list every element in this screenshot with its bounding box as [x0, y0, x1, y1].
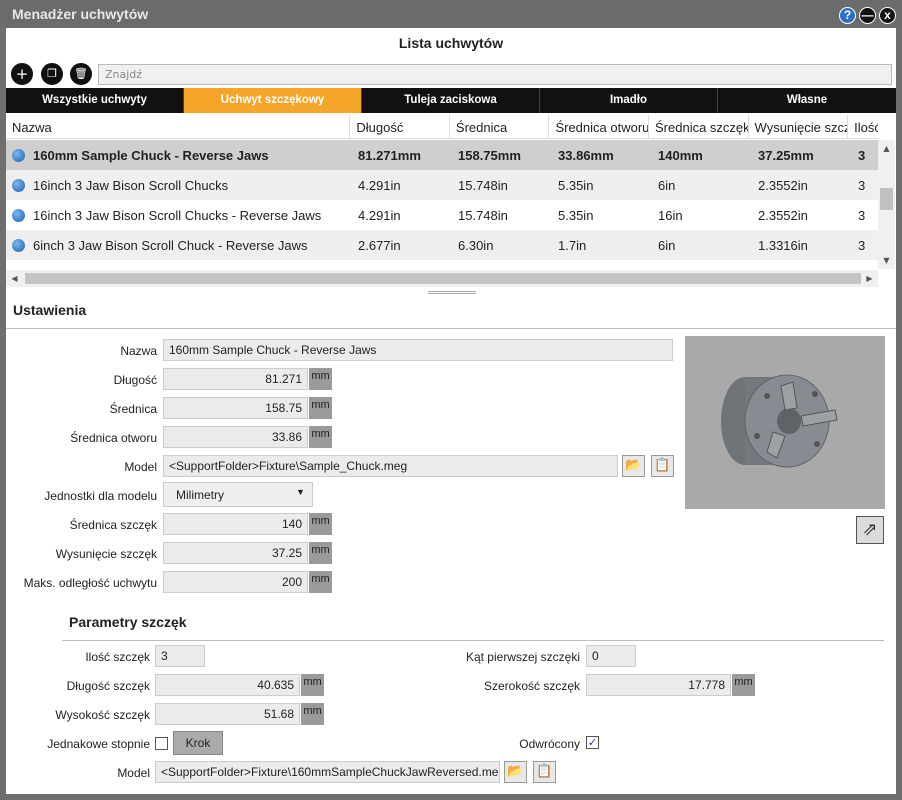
unit-badge[interactable]: mm: [309, 513, 332, 535]
jaw-count-field[interactable]: 3: [155, 645, 205, 667]
model-label: Model: [124, 460, 157, 474]
jaw-height-label: Wysokość szczęk: [55, 708, 150, 722]
bore-field[interactable]: 33.86: [163, 426, 308, 448]
scroll-right-icon[interactable]: ▶: [861, 270, 878, 287]
help-icon[interactable]: ?: [839, 7, 856, 24]
column-header[interactable]: Długość: [350, 115, 450, 138]
tab-bar: Wszystkie uchwyty Uchwyt szczękowy Tulej…: [6, 88, 896, 113]
jaw-diameter-label: Średnica szczęk: [69, 518, 157, 532]
chuck-3d-image: [721, 374, 838, 468]
chuck-icon: [12, 238, 25, 252]
chuck-icon: [12, 178, 25, 192]
clipboard-icon[interactable]: 📋: [651, 455, 674, 477]
list-title: Lista uchwytów: [398, 35, 504, 51]
chuck-preview: [685, 336, 885, 509]
settings-title: Ustawienia: [13, 302, 87, 318]
tab-all[interactable]: Wszystkie uchwyty: [6, 88, 184, 113]
equal-steps-label: Jednakowe stopnie: [47, 737, 150, 751]
jaw-extension-field[interactable]: 37.25: [163, 542, 308, 564]
minimize-icon[interactable]: —: [859, 7, 876, 24]
jaw-width-label: Szerokość szczęk: [483, 679, 580, 693]
length-label: Długość: [113, 373, 157, 387]
scroll-left-icon[interactable]: ◀: [6, 270, 23, 287]
tab-custom[interactable]: Własne: [718, 88, 896, 113]
column-header[interactable]: Ilość: [848, 115, 878, 138]
diameter-label: Średnica: [109, 402, 157, 416]
unit-badge[interactable]: mm: [309, 542, 332, 564]
scroll-thumb[interactable]: [880, 188, 893, 210]
diameter-field[interactable]: 158.75: [163, 397, 308, 419]
chuck-icon: [12, 148, 25, 162]
tab-vise[interactable]: Imadło: [540, 88, 718, 113]
column-header[interactable]: Średnica: [450, 115, 550, 138]
length-field[interactable]: 81.271: [163, 368, 308, 390]
copy-icon[interactable]: ❐: [41, 63, 63, 85]
tab-collet[interactable]: Tuleja zaciskowa: [362, 88, 540, 113]
jaw-model-path-field[interactable]: <SupportFolder>Fixture\160mmSampleChuckJ…: [155, 761, 500, 783]
table-row[interactable]: 6inch 3 Jaw Bison Scroll Chuck - Reverse…: [6, 230, 878, 260]
column-header[interactable]: Średnica szczęk: [649, 115, 749, 138]
equal-steps-checkbox[interactable]: [155, 737, 168, 750]
jaw-length-label: Długość szczęk: [66, 679, 150, 693]
unit-badge[interactable]: mm: [301, 674, 324, 696]
max-grip-field[interactable]: 200: [163, 571, 308, 593]
units-label: Jednostki dla modelu: [44, 489, 157, 503]
scroll-up-icon[interactable]: ▲: [878, 140, 895, 157]
delete-icon[interactable]: 🗑: [70, 63, 92, 85]
column-header[interactable]: Nazwa: [6, 115, 351, 138]
first-jaw-angle-field[interactable]: 0: [586, 645, 636, 667]
reversed-label: Odwrócony: [519, 737, 580, 751]
search-input[interactable]: Znajdź: [98, 64, 892, 85]
table-header: Nazwa Długość Średnica Średnica otworu Ś…: [6, 115, 878, 139]
step-button[interactable]: Krok: [173, 731, 223, 755]
column-header[interactable]: Średnica otworu: [549, 115, 649, 138]
unit-badge[interactable]: mm: [309, 368, 332, 390]
divider: [6, 328, 896, 329]
max-grip-label: Maks. odległość uchwytu: [23, 576, 157, 590]
table-row[interactable]: 160mm Sample Chuck - Reverse Jaws 81.271…: [6, 140, 878, 170]
tab-jaw-chuck[interactable]: Uchwyt szczękowy: [184, 88, 362, 113]
table-row[interactable]: 16inch 3 Jaw Bison Scroll Chucks 4.291in…: [6, 170, 878, 200]
vertical-scrollbar[interactable]: ▲ ▼: [878, 140, 895, 269]
divider: [62, 640, 884, 641]
jaw-length-field[interactable]: 40.635: [155, 674, 300, 696]
unit-badge[interactable]: mm: [732, 674, 755, 696]
jaw-count-label: Ilość szczęk: [85, 650, 150, 664]
scroll-down-icon[interactable]: ▼: [878, 252, 895, 269]
bore-label: Średnica otworu: [70, 431, 157, 445]
unit-badge[interactable]: mm: [309, 397, 332, 419]
column-header[interactable]: Wysunięcie szczęk: [749, 115, 849, 138]
jaws-title: Parametry szczęk: [69, 614, 187, 630]
name-label: Nazwa: [120, 344, 157, 358]
folder-open-icon[interactable]: 📂: [504, 761, 527, 783]
jaw-model-label: Model: [117, 766, 150, 780]
clipboard-icon[interactable]: 📋: [533, 761, 556, 783]
horizontal-scrollbar[interactable]: ◀ ▶: [6, 270, 878, 287]
splitter-handle[interactable]: [428, 291, 476, 294]
reversed-checkbox[interactable]: ✓: [586, 736, 599, 749]
jaw-diameter-field[interactable]: 140: [163, 513, 308, 535]
table-row-partial: [6, 260, 878, 270]
add-icon[interactable]: +: [11, 63, 33, 85]
jaw-height-field[interactable]: 51.68: [155, 703, 300, 725]
unit-badge[interactable]: mm: [301, 703, 324, 725]
model-path-field[interactable]: <SupportFolder>Fixture\Sample_Chuck.meg: [163, 455, 618, 477]
external-link-icon[interactable]: ⇗: [856, 516, 884, 544]
first-jaw-angle-label: Kąt pierwszej szczęki: [465, 650, 580, 664]
jaw-extension-label: Wysunięcie szczęk: [55, 547, 157, 561]
unit-badge[interactable]: mm: [309, 571, 332, 593]
chevron-down-icon: ▼: [296, 487, 305, 497]
jaw-width-field[interactable]: 17.778: [586, 674, 731, 696]
window-title: Menadżer uchwytów: [0, 0, 902, 28]
scroll-thumb[interactable]: [25, 273, 861, 284]
chuck-icon: [12, 208, 25, 222]
name-field[interactable]: 160mm Sample Chuck - Reverse Jaws: [163, 339, 673, 361]
close-icon[interactable]: x: [879, 7, 896, 24]
folder-open-icon[interactable]: 📂: [622, 455, 645, 477]
units-select[interactable]: Milimetry ▼: [163, 482, 313, 507]
unit-badge[interactable]: mm: [309, 426, 332, 448]
table-row[interactable]: 16inch 3 Jaw Bison Scroll Chucks - Rever…: [6, 200, 878, 230]
